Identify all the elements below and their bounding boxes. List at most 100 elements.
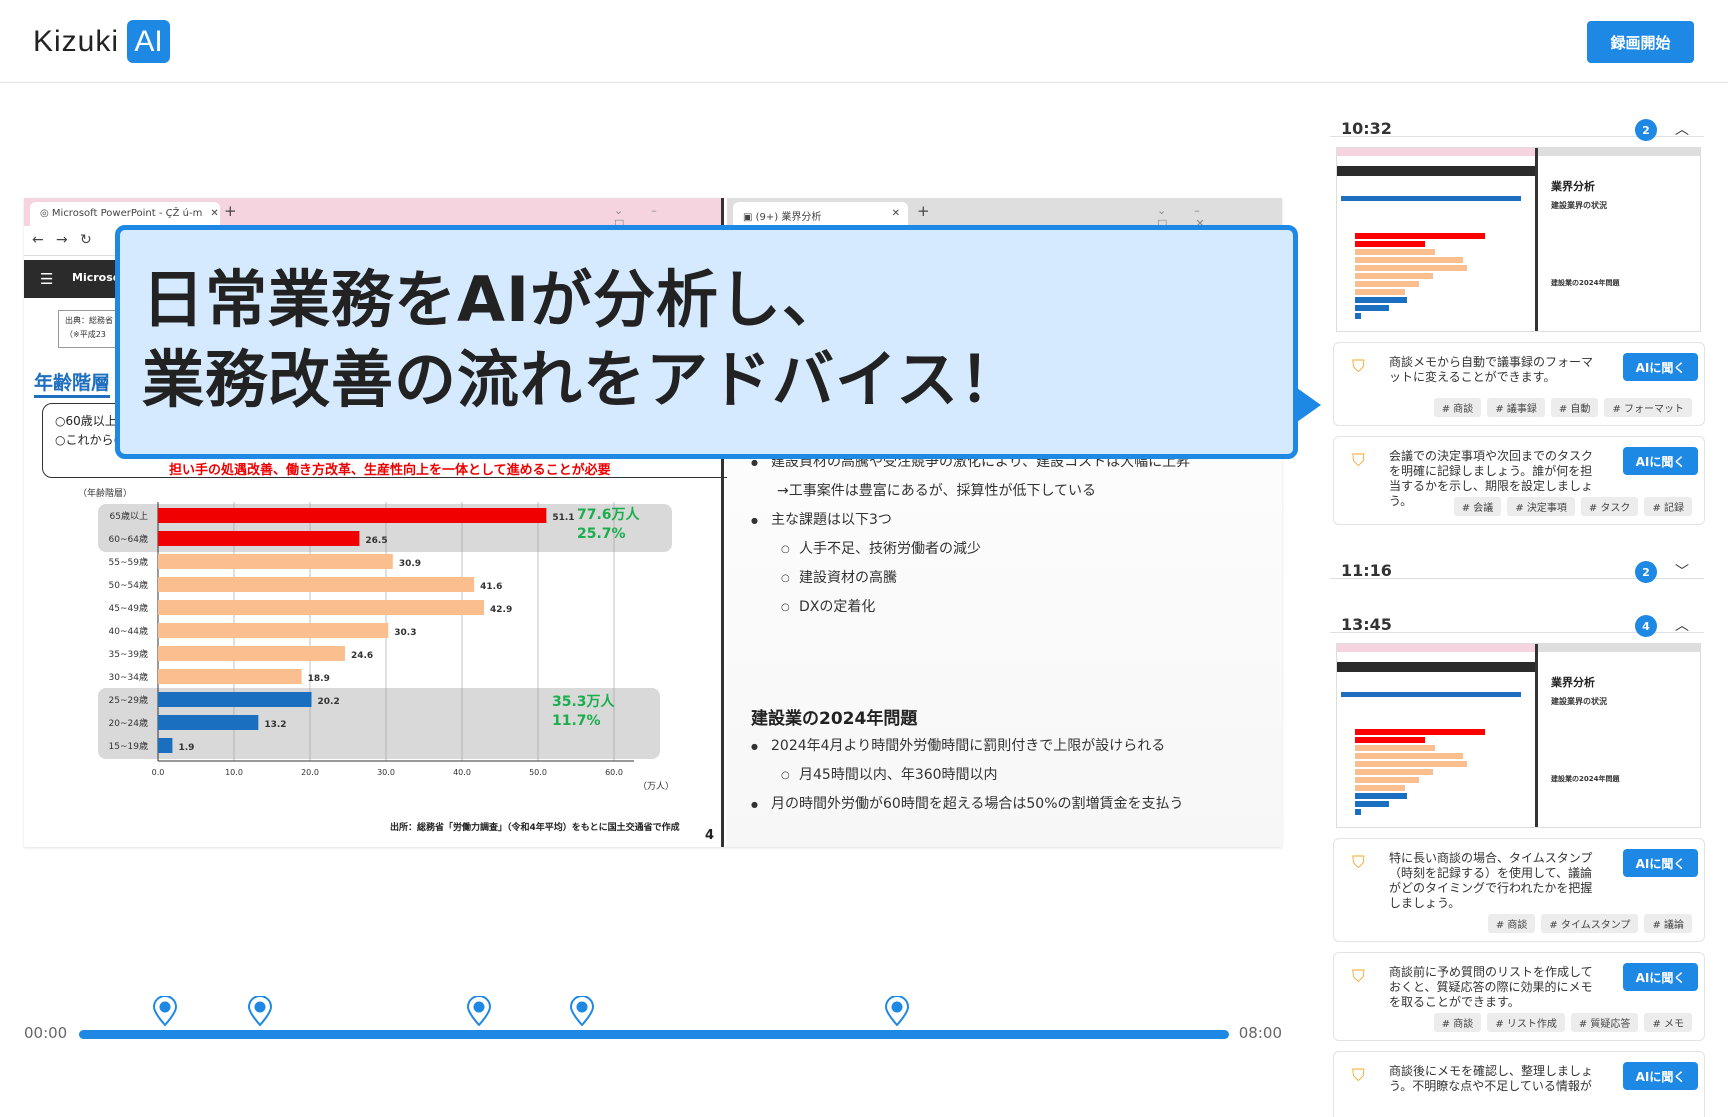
back-icon[interactable]: ←: [32, 232, 44, 248]
menu-icon[interactable]: ☰: [40, 270, 53, 288]
chart-category-label: 50~54歳: [109, 579, 148, 591]
note-tag[interactable]: # 自動: [1550, 398, 1599, 417]
section-count-badge: 4: [1635, 615, 1657, 637]
note-card: ⛉ 商談後にメモを確認し、整理しましょう。不明瞭な点や不足している情報が AIに聞く: [1333, 1051, 1705, 1117]
chart-category-label: 55~59歳: [109, 556, 148, 568]
chart-category-label: 20~24歳: [109, 717, 148, 729]
note-tag[interactable]: # 商談: [1487, 914, 1536, 933]
bookmark-icon[interactable]: ⛉: [1352, 853, 1365, 873]
bookmark-icon[interactable]: ⛉: [1352, 1066, 1365, 1086]
callout-line-1: 日常業務をAIが分析し、: [142, 263, 846, 336]
thumb-bar: [1355, 785, 1405, 791]
thumb-bar: [1355, 769, 1433, 775]
ask-ai-button[interactable]: AIに聞く: [1623, 447, 1698, 475]
chart-category-label: 45~49歳: [109, 602, 148, 614]
timeline-end-time: 08:00: [1238, 1024, 1282, 1042]
timeline-pin-icon[interactable]: [466, 995, 492, 1027]
section-thumbnail[interactable]: 業界分析 建設業界の状況 建設業の2024年問題: [1336, 147, 1701, 332]
new-tab-icon[interactable]: +: [917, 202, 930, 220]
thumb-bar: [1355, 777, 1419, 783]
note-tag[interactable]: # 質疑応答: [1570, 1013, 1639, 1032]
thumb-bar: [1355, 273, 1433, 279]
note-tag[interactable]: # 商談: [1433, 1013, 1482, 1032]
timeline-pin-icon[interactable]: [569, 995, 595, 1027]
section-header[interactable]: 13:45 4 ︿: [1330, 579, 1704, 637]
chart-bar: [158, 577, 475, 592]
chart-tick-label: 40.0: [453, 768, 471, 777]
thumb-bar: [1355, 729, 1485, 735]
chart-bar: [158, 508, 547, 523]
timeline-pin-icon[interactable]: [152, 995, 178, 1027]
timeline-pin-icon[interactable]: [884, 995, 910, 1027]
section-count-badge: 2: [1635, 119, 1657, 141]
chevron-up-icon[interactable]: ︿: [1675, 119, 1689, 139]
note-tag[interactable]: # 議事録: [1487, 398, 1545, 417]
bookmark-icon[interactable]: ⛉: [1352, 357, 1365, 377]
note-tag[interactable]: # リスト作成: [1487, 1013, 1565, 1032]
chart-category-label: 60~64歳: [109, 533, 148, 545]
callout-line-2: 業務改善の流れをアドバイス！: [142, 343, 1023, 416]
note-tag[interactable]: # 商談: [1433, 398, 1482, 417]
chart-bar: [158, 554, 393, 569]
tab-close-icon[interactable]: ✕: [892, 208, 900, 219]
chart-value-label: 41.6: [480, 582, 502, 592]
bookmark-icon[interactable]: ⛉: [1352, 967, 1365, 987]
ask-ai-button[interactable]: AIに聞く: [1623, 1062, 1698, 1090]
section-thumbnail[interactable]: 業界分析 建設業界の状況 建設業の2024年問題: [1336, 643, 1701, 828]
note-text: 特に長い商談の場合、タイムスタンプ（時刻を記録する）を使用して、議論がどのタイミ…: [1389, 851, 1593, 910]
section-time: 10:32: [1341, 119, 1392, 138]
browser-globe-icon: ◎: [40, 208, 52, 219]
start-recording-button[interactable]: 録画開始: [1587, 21, 1694, 63]
note-tag[interactable]: # 会議: [1453, 497, 1502, 516]
callout-pointer: [1297, 388, 1321, 422]
note-tag[interactable]: # 議論: [1644, 914, 1692, 933]
left-browser-tab[interactable]: ◎ Microsoft PowerPoint - ÇŽ ú-m ✕: [30, 202, 220, 226]
chart-ylabel: （年齢階層）: [78, 488, 132, 499]
chart-source: 出所：総務省「労働力調査」（令和4年平均）をもとに国土交通省で作成: [390, 823, 680, 833]
section-header[interactable]: 11:16 2 ﹀: [1330, 525, 1704, 583]
note-tag[interactable]: # 決定事項: [1507, 497, 1575, 516]
page-bullet: 建設資材の高騰: [751, 564, 1190, 593]
thumb-tabbar-right: [1537, 148, 1700, 156]
chart-category-label: 25~29歳: [109, 694, 148, 706]
kizuki-logo[interactable]: Kizuki AI: [33, 20, 171, 63]
chart-annotation: 25.7%: [577, 526, 626, 542]
note-tag[interactable]: # 記録: [1644, 497, 1692, 516]
promo-callout: 日常業務をAIが分析し、 業務改善の流れをアドバイス！: [115, 225, 1298, 459]
chevron-up-icon[interactable]: ︿: [1675, 615, 1689, 635]
forward-icon[interactable]: →: [56, 232, 68, 248]
chart-value-label: 26.5: [365, 536, 387, 546]
thumb-page-sub1: 建設業界の状況: [1551, 697, 1607, 706]
note-tag[interactable]: # フォーマット: [1604, 398, 1692, 417]
chart-value-label: 1.9: [178, 743, 194, 753]
ask-ai-button[interactable]: AIに聞く: [1623, 353, 1698, 381]
reload-icon[interactable]: ↻: [80, 232, 92, 248]
page-bullet: 人手不足、技術労働者の減少: [751, 535, 1190, 564]
chart-bar: [158, 600, 485, 615]
playback-timeline[interactable]: 00:00 08:00: [24, 1020, 1282, 1050]
chart-value-label: 24.6: [351, 651, 373, 661]
timeline-track[interactable]: [79, 1030, 1229, 1039]
thumb-bar: [1355, 801, 1389, 807]
ask-ai-button[interactable]: AIに聞く: [1623, 849, 1698, 877]
ask-ai-button[interactable]: AIに聞く: [1623, 963, 1698, 991]
chart-value-label: 20.2: [318, 697, 340, 707]
thumb-bar: [1355, 289, 1405, 295]
note-tag[interactable]: # タスク: [1580, 497, 1639, 516]
chart-annotation: 35.3万人: [552, 693, 616, 710]
chart-value-label: 51.1: [552, 513, 574, 523]
slide-title: 年齢階層: [34, 368, 111, 398]
tab-close-icon[interactable]: ✕: [210, 208, 218, 219]
section-header[interactable]: 10:32 2 ︿: [1330, 83, 1704, 141]
bookmark-icon[interactable]: ⛉: [1352, 451, 1365, 471]
note-tag[interactable]: # メモ: [1644, 1013, 1692, 1032]
chevron-down-icon[interactable]: ﹀: [1675, 561, 1689, 581]
thumb-slide-title-bar: [1341, 692, 1521, 697]
timeline-pin-icon[interactable]: [247, 995, 273, 1027]
new-tab-icon[interactable]: +: [224, 202, 237, 220]
note-tag[interactable]: # タイムスタンプ: [1541, 914, 1639, 933]
thumb-bar: [1355, 281, 1419, 287]
chart-xlabel: （万人）: [638, 781, 674, 792]
thumb-bar: [1355, 249, 1435, 255]
right-browser-tab[interactable]: ▣ (9+) 業界分析 ✕: [733, 202, 908, 226]
